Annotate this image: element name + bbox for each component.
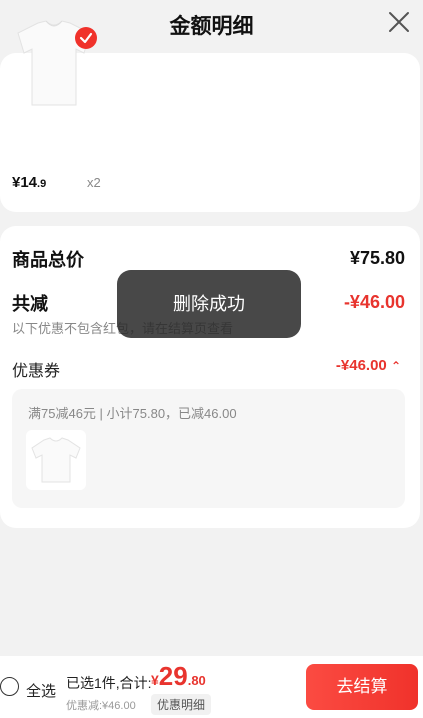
coupon-product-thumb (26, 430, 86, 490)
reduce-value: -¥46.00 (343, 292, 405, 312)
total-price-value: ¥75.80 (349, 248, 405, 268)
total-int: 29 (158, 661, 188, 691)
coupon-detail-box: 满75减46元 | 小计75.80，已减46.00 (12, 389, 405, 508)
checkout-button[interactable]: 去结算 (306, 664, 418, 710)
select-all-radio[interactable] (0, 677, 19, 696)
coupon-label: 优惠券 (12, 363, 61, 380)
item-price-dec: .9 (37, 178, 47, 190)
coupon-rule: 满75减46元 | 小计75.80，已减46.00 (28, 406, 237, 421)
chevron-up-icon: ⌃ (390, 359, 401, 373)
discount-detail-button[interactable]: 优惠明细 (151, 694, 212, 715)
total-amount: ¥29.80 (151, 661, 206, 692)
discount-amount: 优惠减:¥46.00 (66, 700, 136, 712)
total-currency: ¥ (151, 672, 159, 688)
selected-info: 已选1件,合计: (66, 675, 152, 691)
reduce-label: 共减 (12, 294, 48, 314)
close-icon[interactable] (387, 10, 411, 34)
item-price-int: ¥14 (12, 174, 38, 191)
coupon-toggle[interactable]: -¥46.00 ⌃ (336, 357, 401, 374)
item-quantity: x2 (87, 175, 101, 190)
total-price-label: 商品总价 (12, 250, 84, 270)
select-all-label[interactable]: 全选 (26, 680, 56, 701)
total-dec: .80 (187, 673, 206, 688)
bottom-bar: 全选 已选1件,合计: ¥29.80 优惠减:¥46.00 优惠明细 去结算 (0, 656, 423, 718)
item-price: ¥14.9 (12, 174, 46, 191)
coupon-value: -¥46.00 (335, 357, 387, 374)
toast-message: 删除成功 (117, 270, 301, 338)
item-check-icon[interactable] (75, 27, 97, 49)
